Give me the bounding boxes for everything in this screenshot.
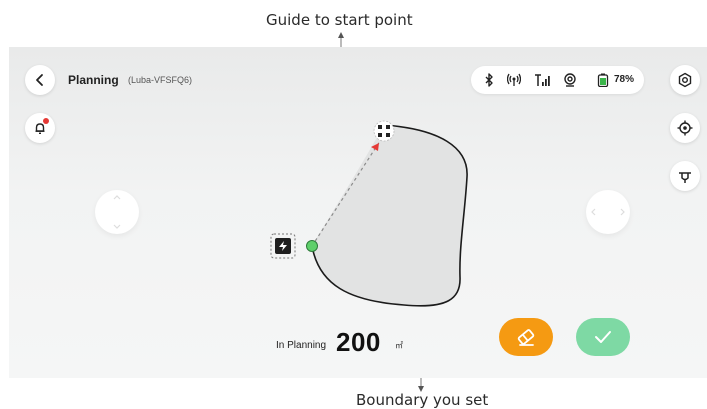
app-screen: Planning (Luba-VFSFQ6) 78% In Planning 2… — [9, 47, 707, 378]
boundary-area — [312, 125, 468, 306]
checkmark-icon — [595, 331, 611, 343]
guide-pointer-arrowhead — [338, 32, 344, 38]
start-point-marker — [306, 240, 318, 252]
eraser-icon — [517, 329, 535, 346]
erase-button[interactable] — [499, 318, 553, 356]
confirm-button[interactable] — [576, 318, 630, 356]
area-value: 200 — [336, 327, 381, 357]
area-unit: ㎡ — [395, 341, 403, 350]
planning-status-label: In Planning — [276, 340, 327, 351]
annotation-guide-to-start: Guide to start point — [266, 11, 413, 29]
charging-station-marker — [270, 233, 296, 259]
annotation-boundary: Boundary you set — [356, 391, 489, 409]
